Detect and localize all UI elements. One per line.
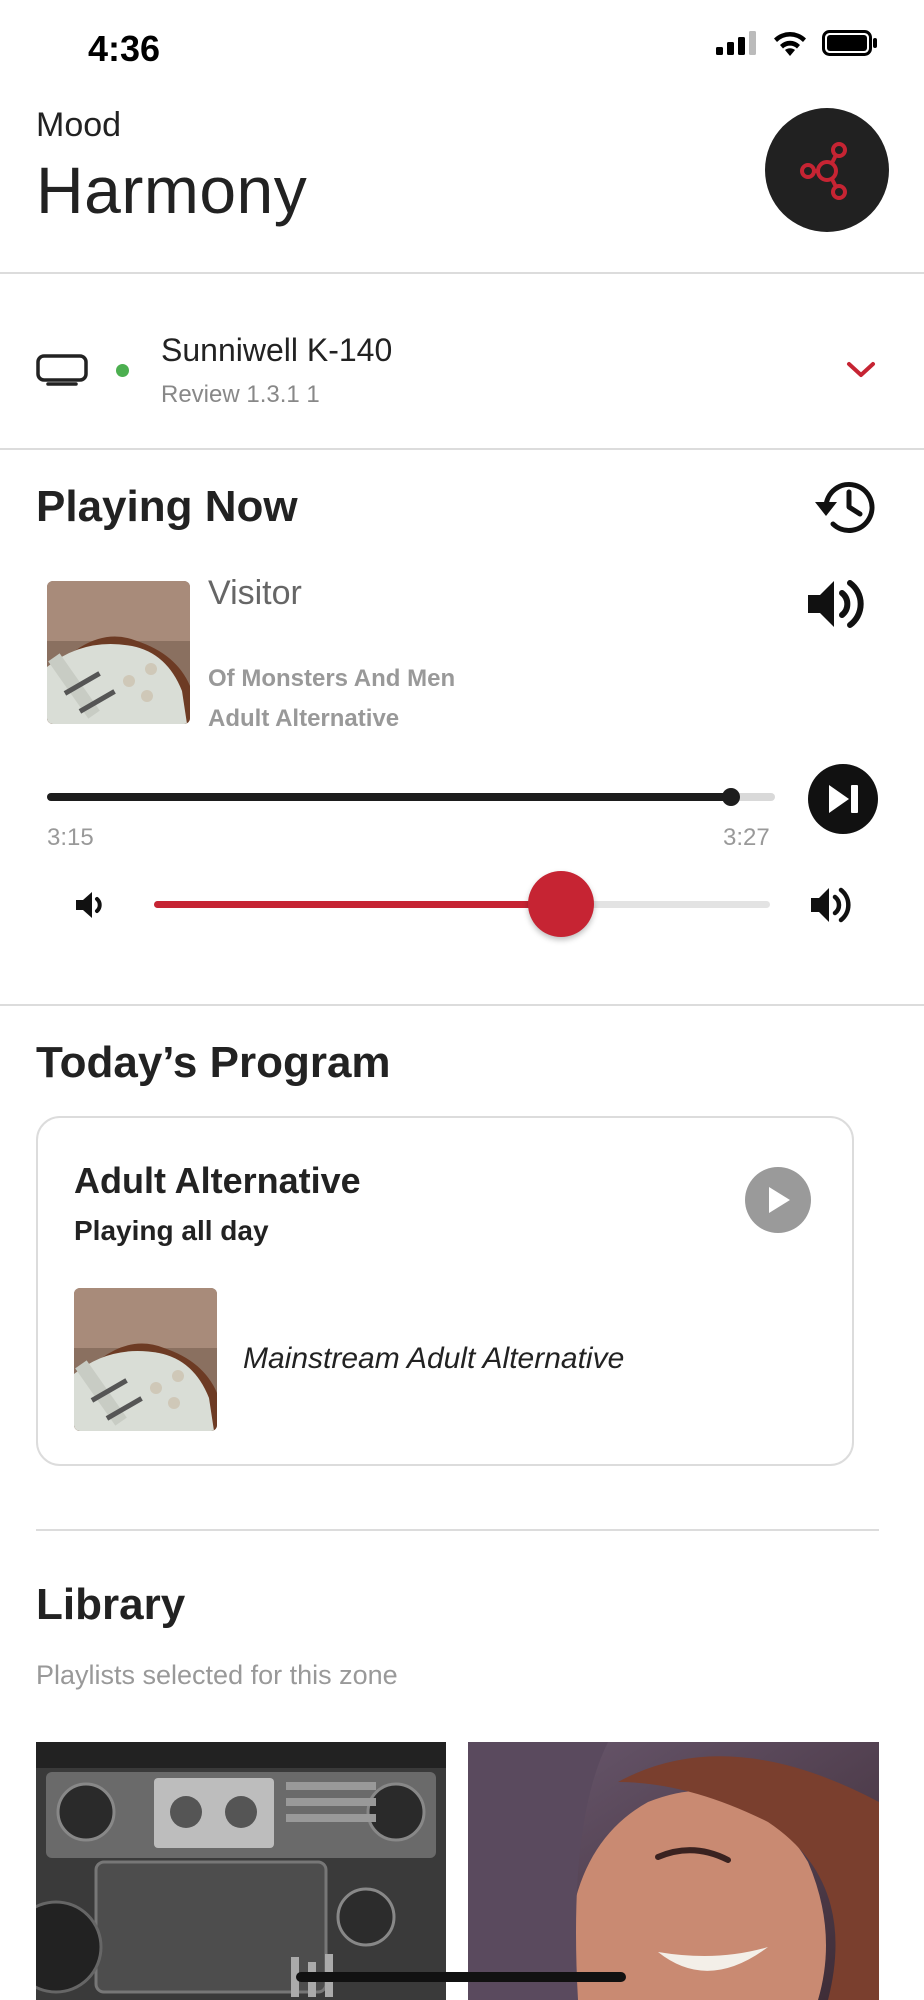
battery-icon xyxy=(822,30,877,56)
header-divider xyxy=(0,272,924,274)
track-artist: Of Monsters And Men xyxy=(208,665,456,692)
program-schedule: Playing all day xyxy=(74,1215,269,1246)
mood-hub-button[interactable] xyxy=(765,108,889,232)
chevron-down-icon[interactable] xyxy=(846,360,876,380)
play-icon xyxy=(769,1187,790,1213)
program-section-title: Today’s Program xyxy=(36,1038,391,1087)
device-name: Sunniwell K-140 xyxy=(161,332,393,368)
library-playlist-tile[interactable] xyxy=(36,1742,446,2000)
program-playlist-name: Mainstream Adult Alternative xyxy=(243,1342,625,1375)
library-title: Library xyxy=(36,1580,186,1629)
volume-high-icon xyxy=(811,887,851,923)
device-divider xyxy=(0,448,924,450)
hub-icon xyxy=(800,142,847,200)
device-status-dot xyxy=(116,364,129,377)
status-icons xyxy=(716,30,878,56)
program-divider xyxy=(36,1529,879,1531)
wifi-icon xyxy=(774,32,806,56)
time-elapsed: 3:15 xyxy=(47,824,94,851)
progress-fill xyxy=(47,793,732,801)
program-art xyxy=(74,1288,217,1431)
library-playlist-tile[interactable] xyxy=(468,1742,879,2000)
tv-icon xyxy=(36,354,88,386)
playing-divider xyxy=(0,1004,924,1006)
library-subtitle: Playlists selected for this zone xyxy=(36,1660,398,1690)
speaker-icon[interactable] xyxy=(806,575,868,633)
history-icon[interactable] xyxy=(812,474,882,540)
volume-thumb[interactable] xyxy=(527,871,594,937)
status-time: 4:36 xyxy=(88,28,161,69)
time-total: 3:27 xyxy=(723,824,770,851)
mood-label: Mood xyxy=(36,106,122,144)
home-indicator xyxy=(296,1972,626,1982)
program-name: Adult Alternative xyxy=(74,1160,361,1201)
skip-button[interactable] xyxy=(808,764,878,834)
track-title: Visitor xyxy=(208,574,302,612)
skip-next-icon xyxy=(829,785,858,813)
playing-now-title: Playing Now xyxy=(36,482,298,531)
volume-fill xyxy=(154,901,561,908)
device-selector[interactable] xyxy=(0,275,924,448)
page-title: Harmony xyxy=(36,153,308,227)
album-art xyxy=(47,581,190,724)
track-genre: Adult Alternative xyxy=(208,705,400,732)
signal-icon xyxy=(716,31,756,55)
program-play-button[interactable] xyxy=(745,1167,811,1233)
progress-thumb[interactable] xyxy=(722,788,741,806)
device-version: Review 1.3.1 1 xyxy=(161,381,320,408)
volume-low-icon xyxy=(76,892,102,918)
